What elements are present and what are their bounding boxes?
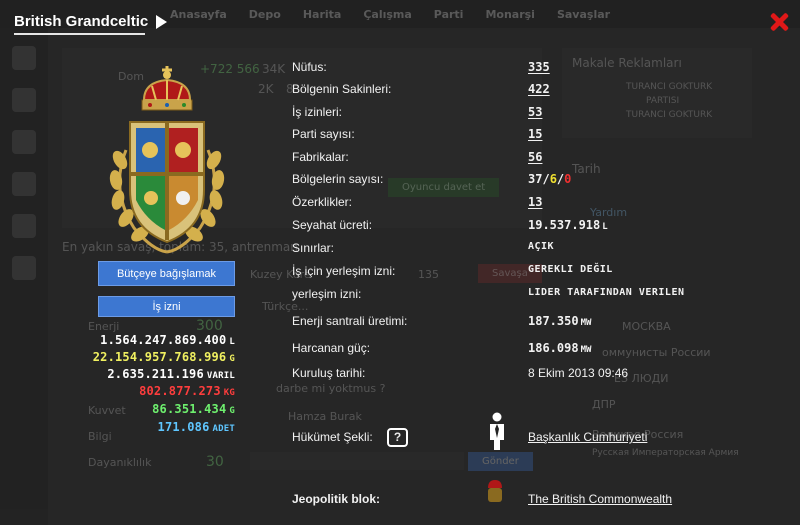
country-name[interactable]: British Grandceltic	[14, 13, 148, 30]
modal-title[interactable]: British Grandceltic	[14, 13, 168, 35]
region-count-red[interactable]: 0	[564, 172, 571, 186]
title-underline	[14, 33, 146, 35]
stat-label: yerleşim izni:	[292, 287, 362, 301]
president-icon	[490, 412, 504, 450]
stat-value: 8 Ekim 2013 09:46	[528, 366, 629, 380]
stat-value: 186.098 MW	[528, 341, 591, 355]
stat-founding-date: Kuruluş tarihi: 8 Ekim 2013 09:46	[292, 366, 692, 388]
stat-value[interactable]: 422	[528, 82, 550, 96]
stat-label: Sınırlar:	[292, 241, 335, 255]
stat-residents: Bölgenin Sakinleri: 422	[292, 82, 692, 104]
region-count[interactable]: 37	[528, 172, 542, 186]
close-icon[interactable]	[768, 11, 790, 33]
resource-value: 171.086	[157, 420, 210, 434]
geopolitical-bloc-link[interactable]: The British Commonwealth	[528, 492, 672, 506]
shield	[129, 121, 205, 244]
region-count-yellow[interactable]: 6	[550, 172, 557, 186]
stat-power-production: Enerji santrali üretimi: 187.350 MW	[292, 314, 692, 336]
stat-population: Nüfus: 335	[292, 60, 692, 82]
resource-amount: 1.564.247.869.400 L	[100, 333, 235, 347]
resource-unit: KG	[223, 388, 235, 398]
crown-icon	[141, 66, 193, 111]
government-type-link[interactable]: Başkanlık Cumhuriyeti	[528, 430, 647, 444]
stat-power-consumption: Harcanan güç: 186.098 MW	[292, 341, 692, 363]
stat-geopolitical-bloc: Jeopolitik blok: The British Commonwealt…	[292, 480, 692, 514]
play-icon[interactable]	[156, 14, 168, 29]
stat-label: Seyahat ücreti:	[292, 218, 373, 232]
resource-unit: G	[229, 354, 235, 364]
stat-work-residency: İş için yerleşim izni: Gerekli değil	[292, 264, 692, 286]
stat-value[interactable]: 335	[528, 60, 550, 74]
government-help-button[interactable]: ?	[387, 428, 408, 447]
stat-value: 19.537.918 L	[528, 218, 608, 232]
resource-value: 86.351.434	[152, 402, 227, 416]
stat-value[interactable]: 56	[528, 150, 542, 164]
stat-label: Kuruluş tarihi:	[292, 366, 366, 380]
stat-value: Gerekli değil	[528, 264, 613, 275]
stat-label: Bölgenin Sakinleri:	[292, 82, 392, 96]
unit-label: MW	[580, 318, 592, 328]
stat-label: Jeopolitik blok:	[292, 492, 381, 506]
stat-label: Bölgelerin sayısı:	[292, 172, 384, 186]
resource-unit: ADET	[212, 424, 235, 434]
work-permit-button[interactable]: İş izni	[98, 296, 235, 317]
stat-autonomies: Özerklikler: 13	[292, 195, 692, 217]
stat-label: Fabrikalar:	[292, 150, 349, 164]
resource-unit: VARIL	[206, 371, 235, 381]
unit-label: L	[602, 222, 608, 232]
stat-value[interactable]: 13	[528, 195, 542, 209]
resource-amount: 802.877.273 KG	[139, 384, 235, 398]
resource-amount: 86.351.434 G	[152, 402, 235, 416]
resource-amount: 2.635.211.196 VARIL	[107, 367, 235, 381]
power-production-amount: 187.350	[528, 314, 579, 328]
stat-label: İş izinleri:	[292, 105, 343, 119]
resource-amount: 22.154.957.768.996 G	[93, 350, 235, 364]
stat-label: Hükümet Şekli:	[292, 430, 373, 444]
power-consumption-amount: 186.098	[528, 341, 579, 355]
stat-value-group: 37/6/0	[528, 172, 572, 186]
resource-value: 802.877.273	[139, 384, 221, 398]
stat-value: Açık	[528, 241, 555, 252]
country-info-modal: British Grandceltic Bütçeye bağışlamak İ…	[0, 0, 800, 525]
stat-value[interactable]: 53	[528, 105, 542, 119]
coat-of-arms-emblem	[109, 66, 225, 254]
donate-budget-button[interactable]: Bütçeye bağışlamak	[98, 261, 235, 286]
stat-value: 187.350 MW	[528, 314, 591, 328]
resource-value: 1.564.247.869.400	[100, 333, 227, 347]
stat-borders: Sınırlar: Açık	[292, 241, 692, 263]
stat-label: Enerji santrali üretimi:	[292, 314, 408, 328]
stat-label: İş için yerleşim izni:	[292, 264, 396, 278]
stat-travel-fee: Seyahat ücreti: 19.537.918 L	[292, 218, 692, 240]
stat-label: Nüfus:	[292, 60, 327, 74]
stat-value: Lider tarafından verilen	[528, 287, 685, 298]
resource-value: 2.635.211.196	[107, 367, 204, 381]
stat-label: Özerklikler:	[292, 195, 353, 209]
stat-region-count: Bölgelerin sayısı: 37/6/0	[292, 172, 692, 194]
stat-residency-permit: yerleşim izni: Lider tarafından verilen	[292, 287, 692, 309]
travel-fee-amount: 19.537.918	[528, 218, 601, 232]
resource-value: 22.154.957.768.996	[92, 350, 227, 364]
resource-unit: L	[229, 337, 235, 347]
unit-label: MW	[580, 345, 592, 355]
stat-label: Parti sayısı:	[292, 127, 355, 141]
stat-government: Hükümet Şekli: ? Başkanlık Cumhuriyeti	[292, 412, 692, 452]
stat-label: Harcanan güç:	[292, 341, 371, 355]
stat-party-count: Parti sayısı: 15	[292, 127, 692, 149]
stat-value[interactable]: 15	[528, 127, 542, 141]
resource-amount: 171.086 ADET	[158, 420, 235, 434]
bloc-emblem-icon	[488, 480, 502, 502]
stat-factories: Fabrikalar: 56	[292, 150, 692, 172]
resource-unit: G	[229, 406, 235, 416]
stat-work-permits: İş izinleri: 53	[292, 105, 692, 127]
